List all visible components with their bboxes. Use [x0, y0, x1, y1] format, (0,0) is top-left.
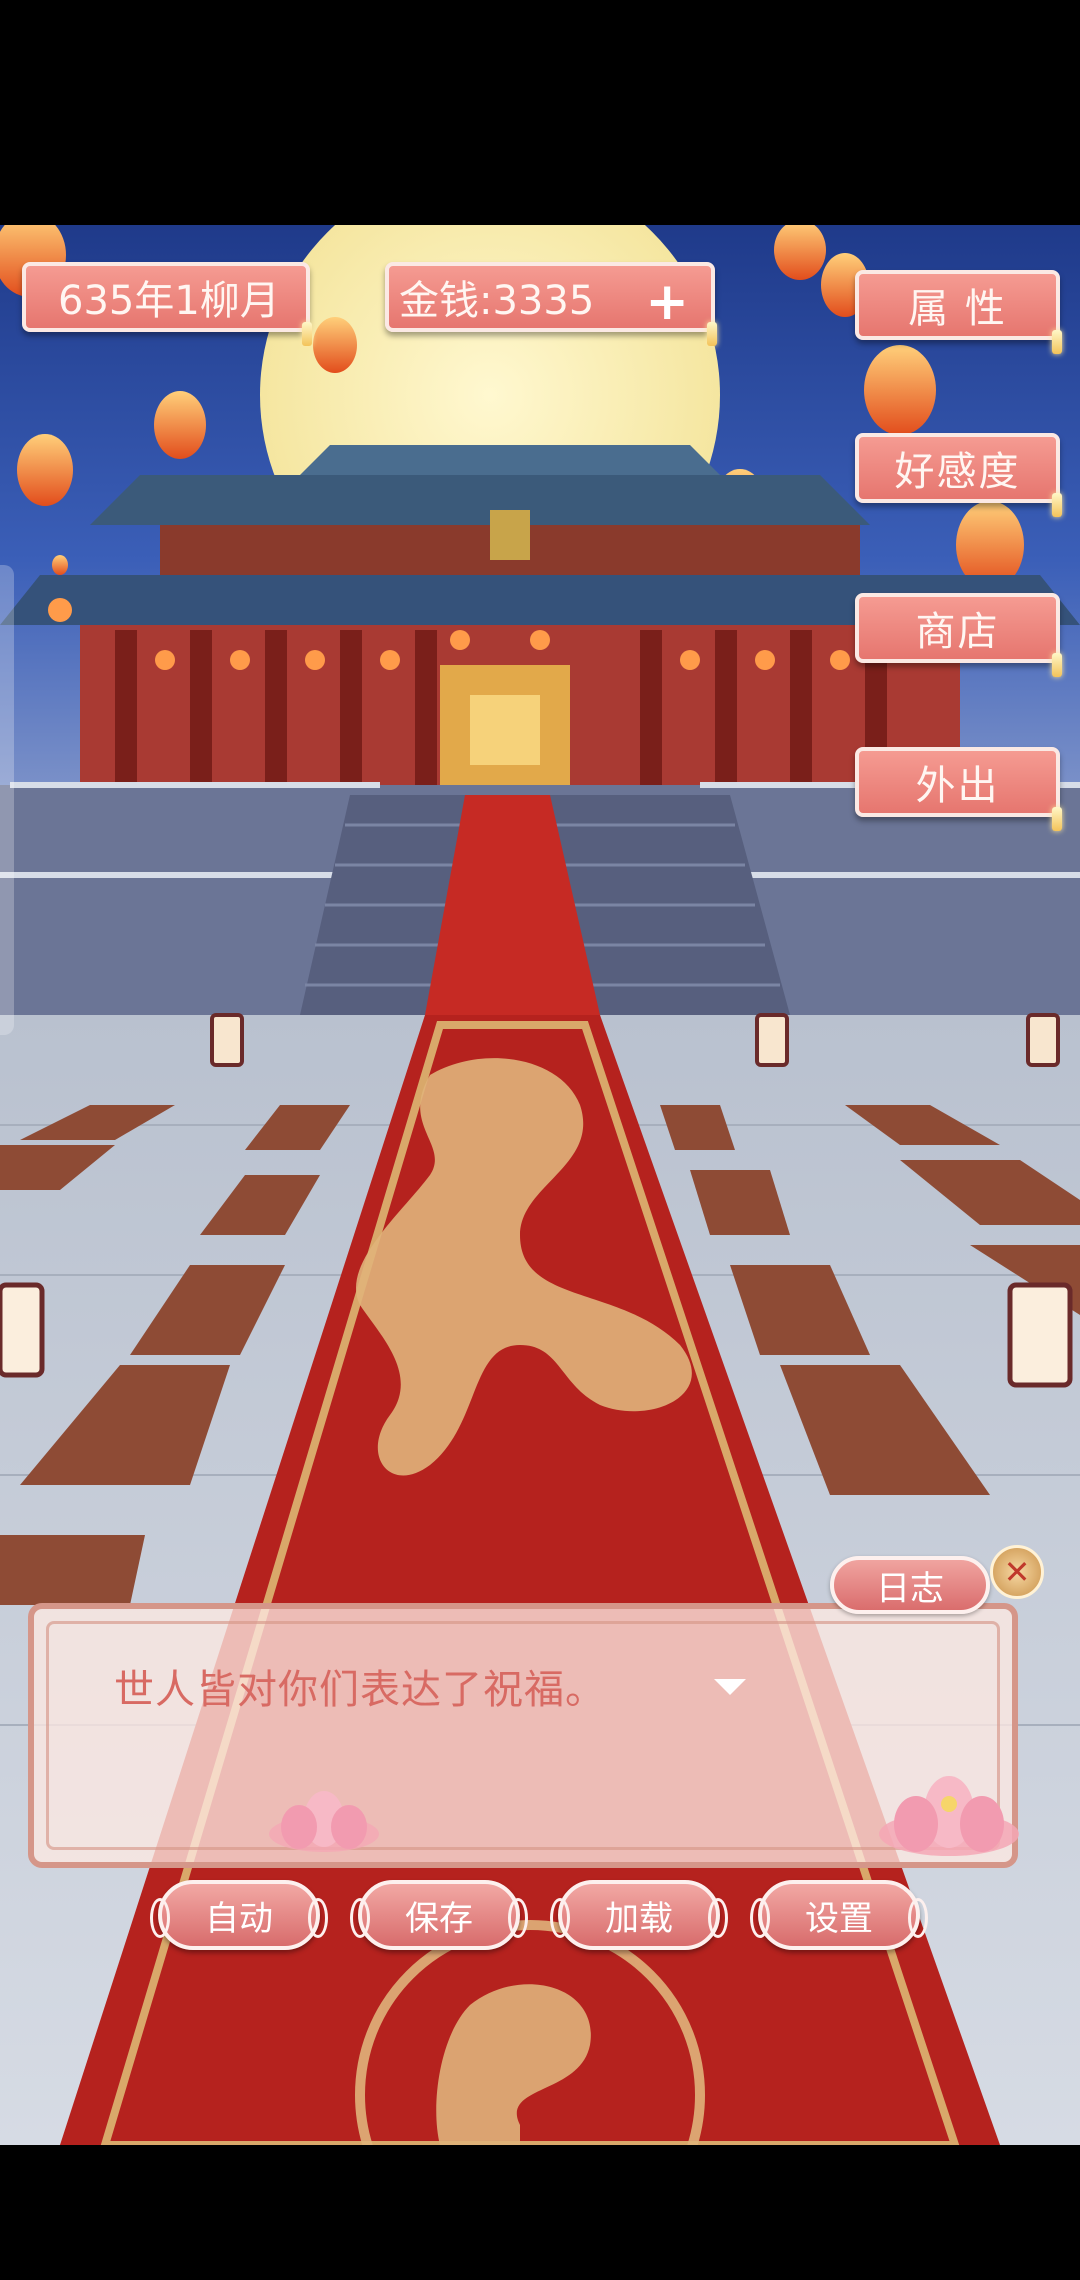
attributes-label: 属 性 — [908, 286, 1007, 332]
money-display: 金钱:3335 + — [385, 262, 717, 346]
money-text: 金钱:3335 — [399, 278, 595, 324]
date-display: 635年1柳月 — [22, 262, 312, 346]
date-text: 635年1柳月 — [58, 278, 280, 324]
shop-label: 商店 — [915, 609, 1000, 655]
favor-button[interactable]: 好感度 — [855, 433, 1062, 517]
auto-button[interactable]: 自动 — [150, 1880, 328, 1950]
tassel-icon — [707, 322, 717, 346]
letterbox-bottom — [0, 2145, 1080, 2280]
tassel-icon — [1052, 330, 1062, 354]
add-money-button[interactable]: + — [645, 272, 689, 332]
settings-label: 设置 — [805, 1898, 873, 1939]
load-button[interactable]: 加载 — [550, 1880, 728, 1950]
lotus-icon — [269, 1791, 379, 1852]
close-dialog-button[interactable]: ✕ — [990, 1545, 1044, 1599]
outing-label: 外出 — [915, 763, 1000, 809]
tassel-icon — [1052, 493, 1062, 517]
auto-label: 自动 — [205, 1898, 273, 1939]
tassel-icon — [1052, 807, 1062, 831]
load-label: 加载 — [605, 1898, 673, 1939]
tassel-icon — [302, 322, 312, 346]
game-screen: 635年1柳月 金钱:3335 + 属 性 好感度 商店 外出 世人皆对你们表达… — [0, 0, 1080, 2280]
side-drawer-handle[interactable] — [0, 565, 14, 1035]
lotus-icon — [879, 1776, 1019, 1856]
tassel-icon — [1052, 653, 1062, 677]
dialogue-box[interactable]: 世人皆对你们表达了祝福。 — [28, 1603, 1019, 1868]
dialogue-frame — [46, 1621, 1000, 1850]
next-arrow-icon[interactable] — [714, 1679, 746, 1695]
log-label: 日志 — [876, 1568, 944, 1609]
dialogue-text: 世人皆对你们表达了祝福。 — [114, 1667, 606, 1713]
attributes-button[interactable]: 属 性 — [855, 270, 1062, 354]
close-icon: ✕ — [1003, 1553, 1031, 1591]
save-button[interactable]: 保存 — [350, 1880, 528, 1950]
favor-label: 好感度 — [894, 449, 1021, 495]
save-label: 保存 — [405, 1898, 473, 1939]
log-button[interactable]: 日志 — [830, 1556, 990, 1614]
settings-button[interactable]: 设置 — [750, 1880, 928, 1950]
letterbox-top — [0, 0, 1080, 225]
shop-button[interactable]: 商店 — [855, 593, 1062, 677]
outing-button[interactable]: 外出 — [855, 747, 1062, 831]
